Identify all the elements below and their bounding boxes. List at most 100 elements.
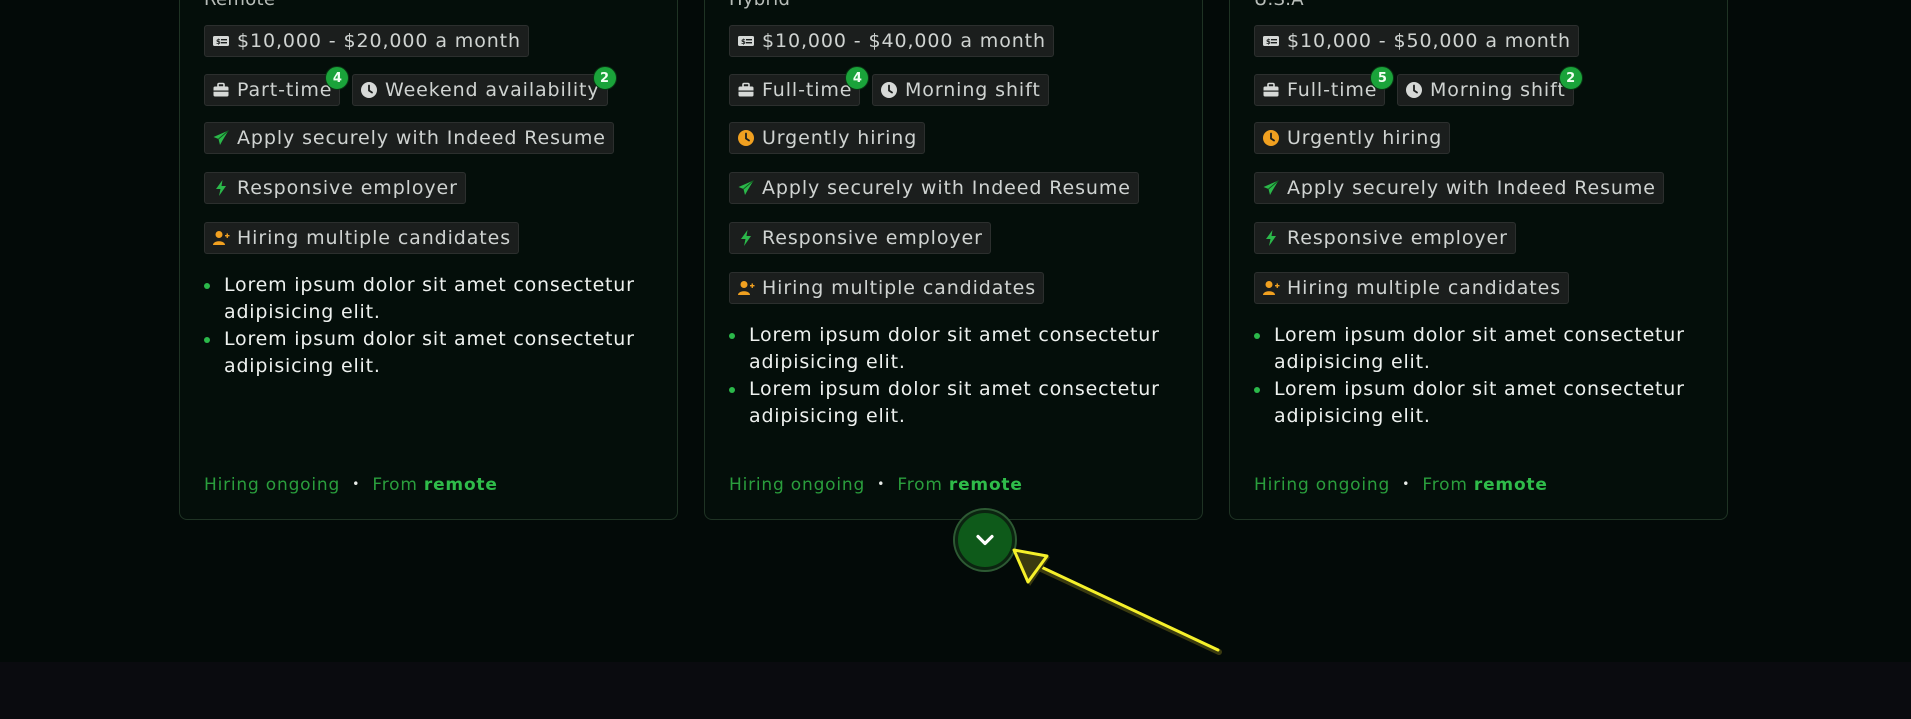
hiring-status: Hiring ongoing bbox=[204, 475, 341, 495]
responsive-tag: Responsive employer bbox=[1254, 222, 1516, 254]
from-place: remote bbox=[423, 475, 498, 495]
hiring-text: Hiring multiple candidates bbox=[762, 277, 1037, 299]
urgent-text: Urgently hiring bbox=[1287, 127, 1443, 149]
list-item: Lorem ipsum dolor sit amet consectetur a… bbox=[729, 376, 1169, 430]
responsive-text: Responsive employer bbox=[762, 227, 983, 249]
apply-text: Apply securely with Indeed Resume bbox=[1287, 177, 1656, 199]
user-plus-icon bbox=[1262, 279, 1280, 297]
hiring-tag: Hiring multiple candidates bbox=[204, 222, 520, 254]
from-place: remote bbox=[948, 475, 1023, 495]
job-type-tag: Full-time 5 bbox=[1254, 66, 1395, 106]
briefcase-icon bbox=[737, 81, 755, 99]
schedule-count-badge: 2 bbox=[592, 66, 617, 90]
card-footer: Hiring ongoing • From remote bbox=[204, 475, 498, 495]
apply-tag: Apply securely with Indeed Resume bbox=[729, 172, 1139, 204]
page-footer bbox=[0, 662, 1911, 719]
apply-tag: Apply securely with Indeed Resume bbox=[204, 122, 614, 154]
schedule-count-badge: 2 bbox=[1558, 66, 1583, 90]
list-item: Lorem ipsum dolor sit amet consectetur a… bbox=[1254, 322, 1694, 376]
job-description-list: Lorem ipsum dolor sit amet consectetur a… bbox=[204, 272, 644, 380]
salary-tag: $ $10,000 - $50,000 a month bbox=[1254, 25, 1579, 57]
money-bill-icon: $ bbox=[1262, 32, 1280, 50]
job-location: Hybrid bbox=[729, 0, 790, 10]
clock-icon bbox=[880, 81, 898, 99]
clock-icon bbox=[737, 129, 755, 147]
hiring-tag: Hiring multiple candidates bbox=[729, 272, 1045, 304]
hiring-text: Hiring multiple candidates bbox=[1287, 277, 1562, 299]
salary-tag: $ $10,000 - $20,000 a month bbox=[204, 25, 529, 57]
list-item: Lorem ipsum dolor sit amet consectetur a… bbox=[729, 322, 1169, 376]
hiring-tag: Hiring multiple candidates bbox=[1254, 272, 1570, 304]
paper-plane-icon bbox=[212, 129, 230, 147]
user-plus-icon bbox=[212, 229, 230, 247]
job-location: U.S.A bbox=[1254, 0, 1304, 10]
list-item: Lorem ipsum dolor sit amet consectetur a… bbox=[204, 272, 644, 326]
schedule-text: Weekend availability bbox=[385, 79, 600, 101]
job-type-tag: Part-time 4 bbox=[204, 66, 350, 106]
clock-icon bbox=[360, 81, 378, 99]
svg-text:$: $ bbox=[1266, 38, 1272, 46]
briefcase-icon bbox=[1262, 81, 1280, 99]
job-card-hybrid[interactable]: Hybrid $ $10,000 - $40,000 a month Full-… bbox=[704, 0, 1203, 520]
card-footer: Hiring ongoing • From remote bbox=[1254, 475, 1548, 495]
schedule-tag: Morning shift bbox=[872, 74, 1049, 106]
hiring-status: Hiring ongoing bbox=[729, 475, 866, 495]
job-description-list: Lorem ipsum dolor sit amet consectetur a… bbox=[729, 322, 1169, 430]
schedule-tag: Weekend availability 2 bbox=[352, 66, 617, 106]
page: Remote $ $10,000 - $20,000 a month Part-… bbox=[0, 0, 1911, 662]
svg-text:$: $ bbox=[741, 38, 747, 46]
hiring-text: Hiring multiple candidates bbox=[237, 227, 512, 249]
salary-text: $10,000 - $40,000 a month bbox=[762, 30, 1046, 52]
urgent-tag: Urgently hiring bbox=[1254, 122, 1451, 154]
svg-text:$: $ bbox=[216, 38, 222, 46]
job-type-text: Part-time bbox=[237, 79, 333, 101]
job-type-count-badge: 5 bbox=[1370, 66, 1395, 90]
salary-text: $10,000 - $50,000 a month bbox=[1287, 30, 1571, 52]
job-card-usa[interactable]: U.S.A $ $10,000 - $50,000 a month Full-t… bbox=[1229, 0, 1728, 520]
hiring-status: Hiring ongoing bbox=[1254, 475, 1391, 495]
from-label: From bbox=[1422, 475, 1468, 495]
responsive-tag: Responsive employer bbox=[204, 172, 466, 204]
from-label: From bbox=[897, 475, 943, 495]
money-bill-icon: $ bbox=[737, 32, 755, 50]
apply-tag: Apply securely with Indeed Resume bbox=[1254, 172, 1664, 204]
job-type-count-badge: 4 bbox=[845, 66, 870, 90]
clock-icon bbox=[1405, 81, 1423, 99]
job-card-remote[interactable]: Remote $ $10,000 - $20,000 a month Part-… bbox=[179, 0, 678, 520]
paper-plane-icon bbox=[1262, 179, 1280, 197]
lightning-bolt-icon bbox=[1262, 229, 1280, 247]
schedule-tag: Morning shift 2 bbox=[1397, 66, 1583, 106]
card-footer: Hiring ongoing • From remote bbox=[729, 475, 1023, 495]
separator-dot: • bbox=[352, 477, 361, 491]
briefcase-icon bbox=[212, 81, 230, 99]
separator-dot: • bbox=[877, 477, 886, 491]
lightning-bolt-icon bbox=[212, 179, 230, 197]
scroll-down-button[interactable] bbox=[955, 510, 1015, 570]
job-type-text: Full-time bbox=[1287, 79, 1378, 101]
job-type-tag: Full-time 4 bbox=[729, 66, 870, 106]
list-item: Lorem ipsum dolor sit amet consectetur a… bbox=[204, 326, 644, 380]
job-type-count-badge: 4 bbox=[325, 66, 350, 90]
list-item: Lorem ipsum dolor sit amet consectetur a… bbox=[1254, 376, 1694, 430]
apply-text: Apply securely with Indeed Resume bbox=[237, 127, 606, 149]
job-location: Remote bbox=[204, 0, 275, 10]
schedule-text: Morning shift bbox=[905, 79, 1041, 101]
job-type-text: Full-time bbox=[762, 79, 853, 101]
paper-plane-icon bbox=[737, 179, 755, 197]
responsive-text: Responsive employer bbox=[1287, 227, 1508, 249]
apply-text: Apply securely with Indeed Resume bbox=[762, 177, 1131, 199]
urgent-text: Urgently hiring bbox=[762, 127, 918, 149]
clock-icon bbox=[1262, 129, 1280, 147]
responsive-text: Responsive employer bbox=[237, 177, 458, 199]
from-place: remote bbox=[1473, 475, 1548, 495]
schedule-text: Morning shift bbox=[1430, 79, 1566, 101]
money-bill-icon: $ bbox=[212, 32, 230, 50]
lightning-bolt-icon bbox=[737, 229, 755, 247]
job-description-list: Lorem ipsum dolor sit amet consectetur a… bbox=[1254, 322, 1694, 430]
urgent-tag: Urgently hiring bbox=[729, 122, 926, 154]
responsive-tag: Responsive employer bbox=[729, 222, 991, 254]
chevron-down-icon bbox=[976, 534, 994, 546]
salary-text: $10,000 - $20,000 a month bbox=[237, 30, 521, 52]
user-plus-icon bbox=[737, 279, 755, 297]
from-label: From bbox=[372, 475, 418, 495]
